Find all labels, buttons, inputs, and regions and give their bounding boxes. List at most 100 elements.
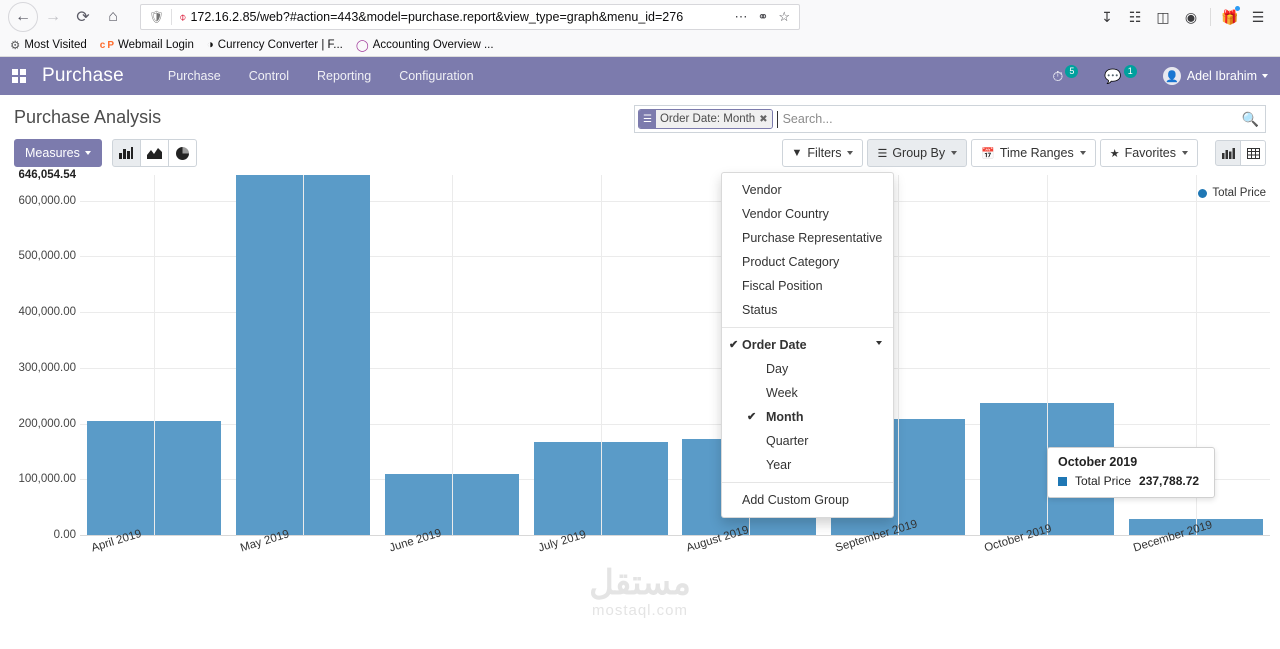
magnifier-icon[interactable]: 🔍	[1236, 111, 1259, 128]
caret-down-icon	[876, 341, 882, 345]
search-input[interactable]	[781, 111, 1236, 127]
chat-bubble-icon: 💬	[1104, 68, 1121, 85]
most-visited-icon: ⚙	[10, 38, 20, 52]
menu-item-label: Year	[766, 458, 791, 472]
bar-chart-view-button[interactable]	[112, 139, 141, 167]
y-axis-tick-label: 0.00	[54, 529, 76, 541]
star-icon: ★	[1110, 147, 1120, 160]
group-by-item-vendor-country[interactable]: Vendor Country	[722, 202, 893, 226]
group-by-item-order-date[interactable]: ✔ Order Date	[722, 333, 893, 357]
group-by-item-vendor[interactable]: Vendor	[722, 178, 893, 202]
cpanel-icon: c P	[100, 40, 114, 51]
back-arrow-icon[interactable]: ←	[8, 2, 38, 32]
chart-type-button-group	[112, 139, 197, 167]
group-by-option-quarter[interactable]: Quarter	[722, 429, 893, 453]
filters-label: Filters	[807, 146, 841, 160]
check-icon: ✔	[747, 410, 756, 423]
table-grid-icon	[1247, 148, 1260, 159]
tooltip-color-swatch	[1058, 477, 1067, 486]
bookmark-label: Most Visited	[24, 39, 86, 51]
control-panel: Purchase Analysis ☰ Order Date: Month ✖ …	[0, 95, 1280, 167]
search-input-wrapper[interactable]	[777, 111, 1236, 128]
chart-tooltip: October 2019 Total Price 237,788.72	[1047, 447, 1215, 498]
menu-item-label: Week	[766, 386, 798, 400]
favorites-label: Favorites	[1125, 146, 1176, 160]
group-by-item-status[interactable]: Status	[722, 298, 893, 322]
chevron-down-icon	[1182, 151, 1188, 155]
bookmark-label: Webmail Login	[118, 39, 194, 51]
star-icon[interactable]: ☆	[773, 9, 795, 25]
address-bar[interactable]: 🛡 ⌽ 172.16.2.85/web?#action=443&model=pu…	[140, 4, 800, 30]
tooltip-value: 237,788.72	[1139, 474, 1199, 488]
menu-configuration[interactable]: Configuration	[397, 65, 475, 87]
group-by-option-month[interactable]: ✔ Month	[722, 405, 893, 429]
search-facet-label: Order Date: Month	[660, 113, 755, 125]
view-switcher	[1216, 140, 1266, 166]
chart-gridline-vertical	[898, 175, 899, 535]
bar-chart-icon	[119, 147, 133, 159]
favorites-dropdown-button[interactable]: ★ Favorites	[1100, 139, 1198, 167]
calendar-icon: 📅	[981, 147, 995, 160]
user-menu[interactable]: 👤 Adel Ibrahim	[1163, 67, 1268, 85]
reload-icon[interactable]: ⟳	[68, 2, 98, 32]
sidebar-icon[interactable]: ◫	[1149, 3, 1177, 31]
menu-item-label: Product Category	[742, 255, 839, 269]
search-view[interactable]: ☰ Order Date: Month ✖ 🔍	[634, 105, 1266, 133]
extension-gift-icon[interactable]: 🎁	[1216, 3, 1244, 31]
filter-button-bar: ▼ Filters ☰ Group By 📅 Time Ranges ★ Fav…	[778, 139, 1266, 167]
menu-divider	[722, 327, 893, 328]
menu-item-label: Day	[766, 362, 788, 376]
menu-purchase[interactable]: Purchase	[166, 65, 223, 87]
hamburger-menu-icon[interactable]: ☰	[1244, 3, 1272, 31]
y-axis-tick-label: 400,000.00	[18, 306, 76, 318]
messages-menu[interactable]: 💬 1	[1104, 68, 1136, 85]
group-by-option-year[interactable]: Year	[722, 453, 893, 477]
ellipsis-icon[interactable]: ⋯	[729, 9, 752, 25]
download-icon[interactable]: ↧	[1093, 3, 1121, 31]
measures-button[interactable]: Measures	[14, 139, 102, 167]
home-icon[interactable]: ⌂	[98, 2, 128, 32]
menu-item-label: Order Date	[742, 338, 807, 352]
bookmark-most-visited[interactable]: ⚙ Most Visited	[10, 38, 87, 52]
odoo-circle-icon: ◯	[356, 38, 369, 52]
chart-gridline-vertical	[303, 175, 304, 535]
account-icon[interactable]: ◉	[1177, 3, 1205, 31]
chart-gridline-vertical	[452, 175, 453, 535]
group-by-option-day[interactable]: Day	[722, 357, 893, 381]
group-by-item-product-category[interactable]: Product Category	[722, 250, 893, 274]
menu-reporting[interactable]: Reporting	[315, 65, 373, 87]
line-chart-view-button[interactable]	[140, 139, 169, 167]
activities-menu[interactable]: ⏱ 5	[1052, 68, 1078, 85]
group-by-item-fiscal-position[interactable]: Fiscal Position	[722, 274, 893, 298]
menu-item-label: Month	[766, 410, 803, 424]
menu-item-label: Quarter	[766, 434, 808, 448]
menu-item-label: Status	[742, 303, 777, 317]
app-brand-title: Purchase	[42, 65, 124, 87]
group-by-item-purchase-representative[interactable]: Purchase Representative	[722, 226, 893, 250]
add-custom-group-item[interactable]: Add Custom Group	[722, 488, 893, 512]
menu-divider	[722, 482, 893, 483]
y-axis-tick-label: 100,000.00	[18, 473, 76, 485]
pivot-view-button[interactable]	[1240, 140, 1266, 166]
search-facet-order-date-month[interactable]: ☰ Order Date: Month ✖	[638, 109, 773, 129]
bookmark-currency-converter[interactable]: ◑ Currency Converter | F...	[207, 39, 343, 51]
bookmark-webmail-login[interactable]: c P Webmail Login	[100, 39, 194, 51]
shield-icon[interactable]: 🛡	[145, 10, 168, 24]
pie-chart-view-button[interactable]	[168, 139, 197, 167]
menu-control[interactable]: Control	[247, 65, 291, 87]
bookmark-accounting-overview[interactable]: ◯ Accounting Overview ...	[356, 38, 494, 52]
currency-icon: ◑	[207, 39, 214, 51]
pocket-shield-icon[interactable]: ⚭	[752, 9, 773, 25]
filters-dropdown-button[interactable]: ▼ Filters	[782, 139, 864, 167]
broken-lock-icon[interactable]: ⌽	[175, 10, 190, 25]
library-icon[interactable]: ☷	[1121, 3, 1149, 31]
bookmark-label: Accounting Overview ...	[373, 39, 494, 51]
apps-grid-icon[interactable]	[12, 69, 26, 83]
time-ranges-dropdown-button[interactable]: 📅 Time Ranges	[971, 139, 1096, 167]
group-by-option-week[interactable]: Week	[722, 381, 893, 405]
remove-x-icon[interactable]: ✖	[759, 114, 767, 125]
urlbar-divider	[171, 9, 172, 25]
group-by-dropdown-button[interactable]: ☰ Group By	[867, 139, 967, 167]
graph-view-button[interactable]	[1215, 140, 1241, 166]
toolbar-divider	[1210, 8, 1211, 26]
